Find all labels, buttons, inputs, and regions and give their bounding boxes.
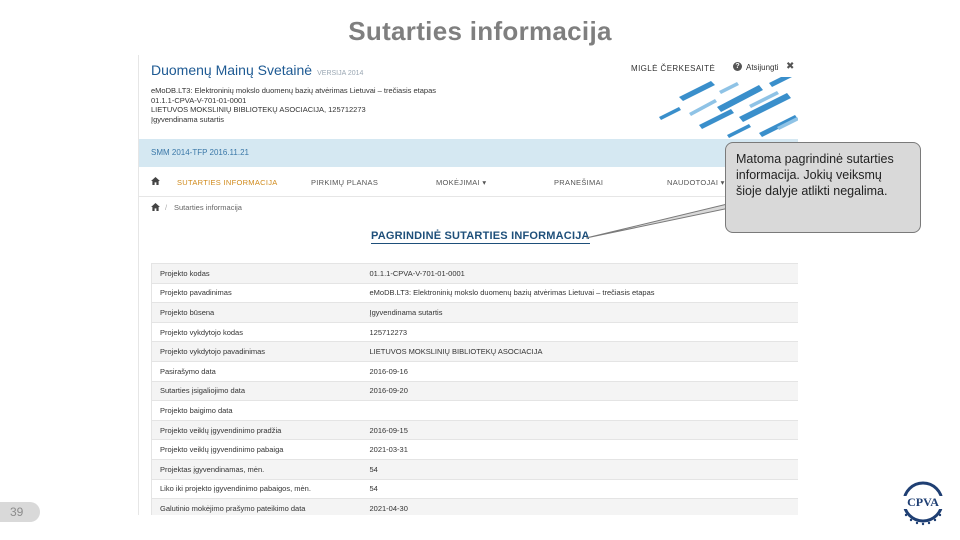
row-value: 2016-09-16 <box>361 360 798 382</box>
row-label: Galutinio mokėjimo prašymo pateikimo dat… <box>151 498 362 515</box>
row-label: Liko iki projekto įgyvendinimo pabaigos,… <box>151 478 362 500</box>
row-label: Sutarties įsigaliojimo data <box>151 380 362 402</box>
row-value: 2016-09-20 <box>361 380 798 402</box>
logout-link[interactable]: Atsijungti <box>746 63 778 72</box>
home-icon[interactable] <box>151 177 160 185</box>
callout-note: Matoma pagrindinė sutarties informacija.… <box>725 142 921 233</box>
row-label: Projekto veiklų įgyvendinimo pabaiga <box>151 439 362 460</box>
decorative-stripes <box>659 77 798 138</box>
user-name[interactable]: MIGLĖ ČERKESAITĖ <box>631 64 715 73</box>
tab-naudotojai[interactable]: NAUDOTOJAI ▾ <box>667 178 725 187</box>
slide: Sutarties informacija Duomenų Mainų Svet… <box>0 0 960 540</box>
contract-info-table: Projekto kodas 01.1.1-CPVA-V-701-01-0001 P… <box>151 263 798 515</box>
breadcrumb: / Sutarties informacija <box>139 197 798 219</box>
logo-text: CPVA <box>907 495 939 509</box>
row-value: Įgyvendinama sutartis <box>361 302 798 323</box>
screenshot-frame: Duomenų Mainų Svetainė VERSIJA 2014 MIGLĖ… <box>138 55 798 515</box>
brand-suffix: VERSIJA 2014 <box>317 70 364 77</box>
brand-name: Duomenų Mainų Svetainė <box>151 62 313 78</box>
table-row: Projekto kodas 01.1.1-CPVA-V-701-01-0001 <box>151 263 798 284</box>
row-value: 2021-03-31 <box>361 439 798 460</box>
project-line-org: LIETUVOS MOKSLINIŲ BIBLIOTEKŲ ASOCIACIJA… <box>151 105 366 114</box>
main-nav: SUTARTIES INFORMACIJA PIRKIMŲ PLANAS MOK… <box>139 167 798 197</box>
project-line-status: Įgyvendinama sutartis <box>151 114 224 124</box>
tab-pranesimai[interactable]: PRANEŠIMAI <box>554 178 603 187</box>
help-icon[interactable]: ? <box>733 62 742 71</box>
project-line-code: 01.1.1-CPVA-V-701-01-0001 <box>151 95 247 105</box>
row-value: 54 <box>361 478 798 500</box>
tab-pirkimu-planas[interactable]: PIRKIMŲ PLANAS <box>311 178 378 187</box>
row-label: Pasirašymo data <box>151 360 362 382</box>
row-label: Projektas įgyvendinamas, mėn. <box>151 458 362 480</box>
row-value: 125712273 <box>361 321 798 343</box>
table-row: Projektas įgyvendinamas, mėn. 54 <box>151 458 798 480</box>
row-value: LIETUVOS MOKSLINIŲ BIBLIOTEKŲ ASOCIACIJA <box>361 341 798 362</box>
tab-mokejimai[interactable]: MOKĖJIMAI ▾ <box>436 178 486 187</box>
row-value <box>361 400 798 421</box>
table-row: Projekto veiklų įgyvendinimo pradžia 2016… <box>151 419 798 441</box>
row-label: Projekto būsena <box>151 302 362 323</box>
table-row: Projekto pavadinimas eMoDB.LT3: Elektroni… <box>151 282 798 304</box>
breadcrumb-home-icon[interactable] <box>151 203 160 211</box>
table-row: Galutinio mokėjimo prašymo pateikimo dat… <box>151 498 798 515</box>
page-number: 39 <box>0 502 40 522</box>
breadcrumb-separator: / <box>165 203 168 212</box>
breadcrumb-current: Sutarties informacija <box>174 203 242 212</box>
slide-title: Sutarties informacija <box>348 16 612 46</box>
section-title: PAGRINDINĖ SUTARTIES INFORMACIJA <box>371 230 590 244</box>
table-row: Pasirašymo data 2016-09-16 <box>151 360 798 382</box>
row-value: eMoDB.LT3: Elektroninių mokslo duomenų b… <box>361 282 798 304</box>
table-row: Projekto būsena Įgyvendinama sutartis <box>151 302 798 323</box>
table-row: Projekto vykdytojo kodas 125712273 <box>151 321 798 343</box>
table-row: Liko iki projekto įgyvendinimo pabaigos,… <box>151 478 798 500</box>
row-value: 54 <box>361 458 798 480</box>
project-line-title: eMoDB.LT3: Elektroninių mokslo duomenų b… <box>151 86 436 95</box>
table-row: Projekto veiklų įgyvendinimo pabaiga 2021… <box>151 439 798 460</box>
row-label: Projekto pavadinimas <box>151 282 362 304</box>
contract-info-bar: SMM 2014-TFP 2016.11.21 <box>139 139 798 167</box>
logout-icon[interactable]: ✖ <box>786 61 794 72</box>
site-brand[interactable]: Duomenų Mainų Svetainė VERSIJA 2014 <box>151 62 363 78</box>
project-summary: eMoDB.LT3: Elektroninių mokslo duomenų b… <box>151 86 436 124</box>
row-value: 2021-04-30 <box>361 498 798 515</box>
tab-sutarties-informacija[interactable]: SUTARTIES INFORMACIJA <box>177 178 278 187</box>
table-row: Projekto vykdytojo pavadinimas LIETUVOS M… <box>151 341 798 362</box>
row-value: 2016-09-15 <box>361 419 798 441</box>
row-label: Projekto baigimo data <box>151 400 362 421</box>
row-label: Projekto kodas <box>151 263 362 284</box>
site-header: Duomenų Mainų Svetainė VERSIJA 2014 MIGLĖ… <box>139 55 798 139</box>
row-value: 01.1.1-CPVA-V-701-01-0001 <box>361 263 798 284</box>
table-row: Projekto baigimo data <box>151 400 798 421</box>
row-label: Projekto vykdytojo kodas <box>151 321 362 343</box>
row-label: Projekto veiklų įgyvendinimo pradžia <box>151 419 362 441</box>
row-label: Projekto vykdytojo pavadinimas <box>151 341 362 362</box>
table-row: Sutarties įsigaliojimo data 2016-09-20 <box>151 380 798 402</box>
